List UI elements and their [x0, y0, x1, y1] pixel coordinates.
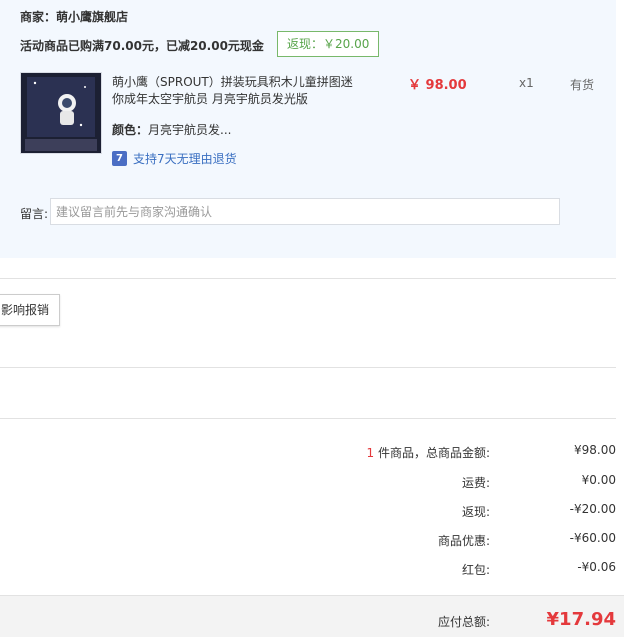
cashback-value: -¥20.00: [569, 502, 616, 516]
total-value: ¥17.94: [546, 609, 616, 630]
product-price: ￥ 98.00: [408, 78, 467, 93]
total-bar: [0, 595, 624, 637]
item-count: 1: [366, 446, 375, 460]
seven-day-return-icon: 7: [112, 151, 127, 166]
invoice-option-button[interactable]: 影响报销: [0, 294, 61, 326]
redpacket-label: 红包:: [461, 563, 490, 577]
goods-total-label: 1 件商品，总商品金额:: [367, 444, 491, 461]
memo-input[interactable]: [50, 198, 560, 225]
memo-label: 留言:: [20, 207, 49, 221]
divider: [0, 278, 616, 279]
redpacket-value: -¥0.06: [577, 560, 616, 574]
cashback-label: 返现:: [461, 505, 490, 519]
shop-name[interactable]: 商家：萌小鹰旗舰店: [20, 8, 128, 25]
discount-value: -¥60.00: [569, 531, 616, 545]
product-title[interactable]: 萌小鹰（SPROUT）拼装玩具积木儿童拼图迷你成年太空宇航员 月亮宇航员发光版: [112, 74, 362, 108]
discount-label: 商品优惠:: [437, 534, 490, 548]
goods-total-value: ¥98.00: [574, 443, 616, 457]
rebate-badge: 返现：￥20.00: [277, 31, 380, 57]
divider: [0, 367, 616, 368]
total-label: 应付总额:: [437, 615, 490, 629]
spec-value: 月亮宇航员发...: [148, 123, 232, 137]
goods-total-text: 件商品，总商品金额:: [374, 446, 490, 460]
spec-label: 颜色：: [112, 123, 149, 137]
product-quantity: x1: [519, 76, 534, 90]
product-thumbnail[interactable]: [20, 72, 102, 154]
product-image: [21, 73, 101, 153]
return-policy-text: 支持7天无理由退货: [133, 152, 237, 166]
divider: [0, 418, 616, 419]
promotion-text: 活动商品已购满70.00元，已减20.00元现金: [20, 39, 264, 53]
stock-status: 有货: [570, 78, 595, 92]
shipping-label: 运费:: [461, 476, 490, 490]
shipping-value: ¥0.00: [581, 473, 616, 487]
return-policy[interactable]: 7 支持7天无理由退货: [112, 150, 237, 167]
